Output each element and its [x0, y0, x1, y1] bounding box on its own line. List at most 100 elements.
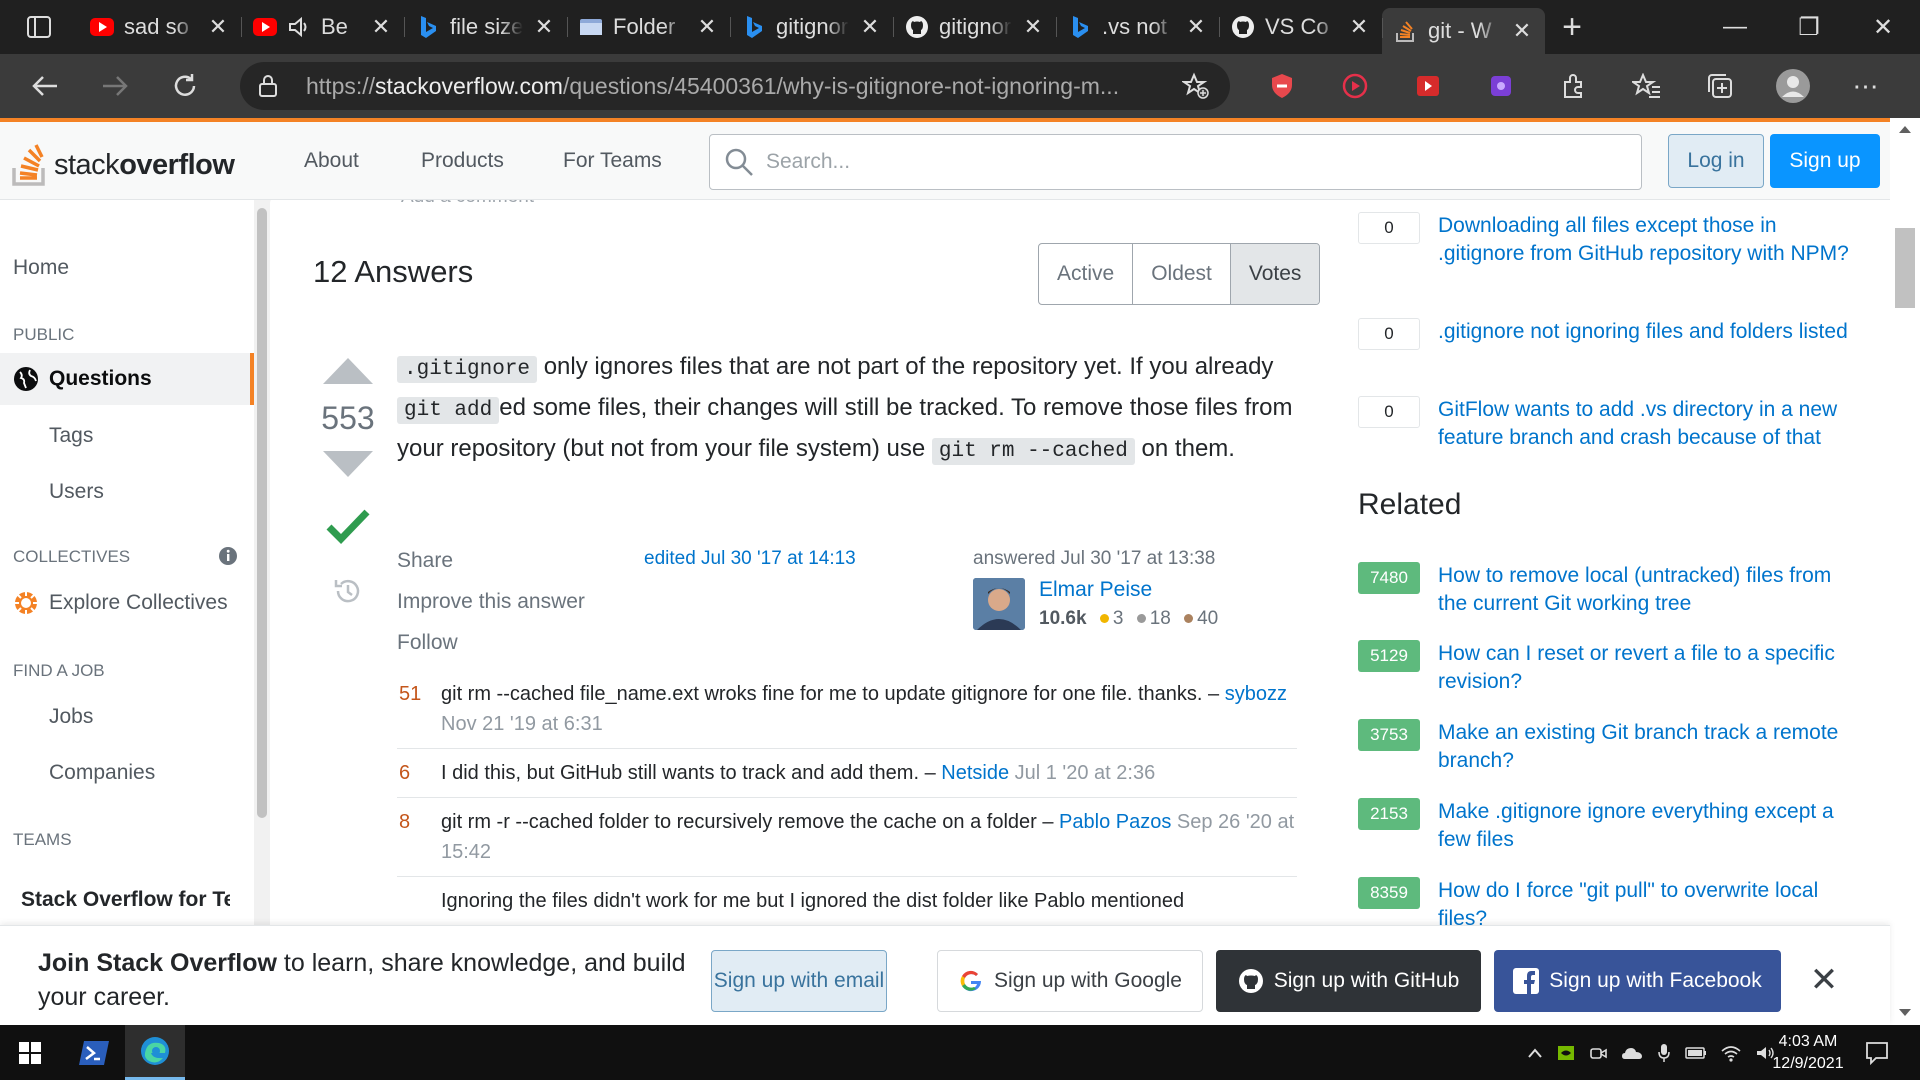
signup-github-button[interactable]: Sign up with GitHub: [1216, 950, 1481, 1012]
favorites-icon[interactable]: [1610, 73, 1683, 99]
add-favorite-icon[interactable]: [1182, 72, 1210, 100]
stackoverflow-logo[interactable]: stackoverflow: [12, 134, 235, 186]
nav-products[interactable]: Products: [421, 122, 504, 200]
sidebar-item-users[interactable]: Users: [0, 480, 254, 504]
browser-tab[interactable]: Folder ✕: [567, 7, 730, 47]
new-tab-button[interactable]: +: [1545, 8, 1599, 47]
signup-facebook-button[interactable]: Sign up with Facebook: [1494, 950, 1781, 1012]
nav-about[interactable]: About: [304, 122, 359, 200]
upvote-button[interactable]: [321, 356, 375, 386]
question-link[interactable]: GitFlow wants to add .vs directory in a …: [1438, 396, 1858, 452]
sidebar-teams-promo[interactable]: Stack Overflow for Teams – Collaborate: [0, 888, 230, 912]
follow-link[interactable]: Follow: [397, 622, 585, 663]
shield-extension-icon[interactable]: [1245, 73, 1318, 99]
close-tab-icon[interactable]: ✕: [1022, 14, 1044, 40]
user-avatar[interactable]: [973, 578, 1025, 630]
collections-icon[interactable]: [1683, 72, 1756, 100]
edge-taskbar-icon[interactable]: [125, 1025, 185, 1080]
close-tab-icon[interactable]: ✕: [370, 14, 392, 40]
sidebar-item-tags[interactable]: Tags: [0, 424, 254, 448]
sort-tab-active[interactable]: Active: [1039, 244, 1134, 304]
comment-user-link[interactable]: Pablo Pazos: [1059, 811, 1171, 833]
meet-now-icon[interactable]: [1589, 1044, 1607, 1062]
extensions-icon[interactable]: [1537, 73, 1610, 99]
history-icon[interactable]: [332, 575, 364, 607]
login-button[interactable]: Log in: [1668, 134, 1764, 188]
comment-date[interactable]: Nov 21 '19 at 6:31: [441, 713, 603, 735]
browser-tab[interactable]: .vs not ✕: [1056, 7, 1219, 47]
search-input[interactable]: [766, 150, 1616, 174]
question-link[interactable]: How to remove local (untracked) files fr…: [1438, 562, 1858, 618]
info-icon[interactable]: [218, 546, 238, 566]
microphone-icon[interactable]: [1657, 1043, 1671, 1063]
signup-email-button[interactable]: Sign up with email: [711, 950, 887, 1012]
close-banner-icon[interactable]: ✕: [1806, 961, 1842, 999]
close-tab-icon[interactable]: ✕: [859, 14, 881, 40]
notifications-icon[interactable]: [1864, 1040, 1890, 1066]
browser-tab[interactable]: sad so ✕: [78, 7, 241, 47]
question-link[interactable]: How do I force "git pull" to overwrite l…: [1438, 877, 1858, 925]
browser-tab[interactable]: Be ✕: [241, 7, 404, 47]
question-link[interactable]: Downloading all files except those in .g…: [1438, 212, 1858, 268]
share-link[interactable]: Share: [397, 540, 585, 581]
forward-button[interactable]: [80, 54, 150, 118]
lock-icon[interactable]: [258, 74, 278, 98]
scroll-down-icon[interactable]: [1898, 1008, 1912, 1018]
browser-tab[interactable]: file size ✕: [404, 7, 567, 47]
sidebar-item-companies[interactable]: Companies: [0, 761, 254, 785]
chevron-up-icon[interactable]: [1527, 1047, 1543, 1059]
downvote-button[interactable]: [321, 449, 375, 479]
question-link[interactable]: Make an existing Git branch track a remo…: [1438, 719, 1858, 775]
sidebar-item-explore-collectives[interactable]: Explore Collectives: [0, 590, 254, 616]
minimize-icon[interactable]: —: [1698, 0, 1772, 54]
comment-user-link[interactable]: sybozz: [1225, 683, 1287, 705]
nvidia-icon[interactable]: [1557, 1044, 1575, 1062]
browser-tab[interactable]: gitignore ✕: [893, 7, 1056, 47]
scroll-up-icon[interactable]: [1898, 124, 1912, 134]
close-window-icon[interactable]: ✕: [1846, 0, 1920, 54]
browser-tab[interactable]: VS Co ✕: [1219, 7, 1382, 47]
close-tab-icon[interactable]: ✕: [696, 14, 718, 40]
page-scrollbar[interactable]: [1890, 118, 1920, 1024]
onedrive-icon[interactable]: [1621, 1045, 1643, 1061]
signup-google-button[interactable]: Sign up with Google: [937, 950, 1203, 1012]
close-tab-icon[interactable]: ✕: [207, 14, 229, 40]
question-link[interactable]: .gitignore not ignoring files and folder…: [1438, 318, 1858, 350]
add-comment-link[interactable]: Add a comment: [401, 200, 534, 208]
sort-tab-votes[interactable]: Votes: [1230, 244, 1320, 304]
maximize-icon[interactable]: ❐: [1772, 0, 1846, 54]
battery-icon[interactable]: [1685, 1046, 1707, 1060]
tab-actions-button[interactable]: [0, 0, 78, 54]
browser-tab-active[interactable]: git - W ✕: [1382, 8, 1545, 54]
nav-for-teams[interactable]: For Teams: [563, 122, 662, 200]
wifi-icon[interactable]: [1721, 1044, 1741, 1062]
close-tab-icon[interactable]: ✕: [1511, 18, 1533, 44]
user-name-link[interactable]: Elmar Peise: [1039, 578, 1152, 602]
windows-start-icon[interactable]: [0, 1025, 60, 1080]
question-link[interactable]: How can I reset or revert a file to a sp…: [1438, 640, 1858, 696]
sidebar-scrollbar[interactable]: [254, 200, 270, 925]
sidebar-item-home[interactable]: Home: [0, 256, 254, 280]
powershell-icon[interactable]: [64, 1025, 124, 1080]
edited-link[interactable]: edited Jul 30 '17 at 14:13: [644, 548, 856, 570]
signup-button[interactable]: Sign up: [1770, 134, 1880, 188]
search-box[interactable]: [709, 134, 1642, 190]
back-button[interactable]: [10, 54, 80, 118]
profile-avatar[interactable]: [1756, 68, 1829, 104]
comment-date[interactable]: Jul 1 '20 at 2:36: [1015, 762, 1156, 784]
address-bar[interactable]: https://stackoverflow.com/questions/4540…: [240, 62, 1230, 110]
sidebar-item-questions[interactable]: Questions: [0, 353, 254, 405]
play-extension-icon[interactable]: [1318, 73, 1391, 99]
close-tab-icon[interactable]: ✕: [1348, 14, 1370, 40]
speaker-icon[interactable]: [287, 15, 311, 39]
page-scrollbar-thumb[interactable]: [1895, 228, 1915, 308]
browser-tab[interactable]: gitignore ✕: [730, 7, 893, 47]
improve-answer-link[interactable]: Improve this answer: [397, 581, 585, 622]
camera-extension-icon[interactable]: [1464, 74, 1537, 98]
video-extension-icon[interactable]: [1391, 74, 1464, 98]
sort-tab-oldest[interactable]: Oldest: [1133, 244, 1231, 304]
more-options-icon[interactable]: ⋯: [1829, 71, 1902, 102]
sidebar-item-jobs[interactable]: Jobs: [0, 705, 254, 729]
close-tab-icon[interactable]: ✕: [533, 14, 555, 40]
comment-user-link[interactable]: Netside: [941, 762, 1009, 784]
